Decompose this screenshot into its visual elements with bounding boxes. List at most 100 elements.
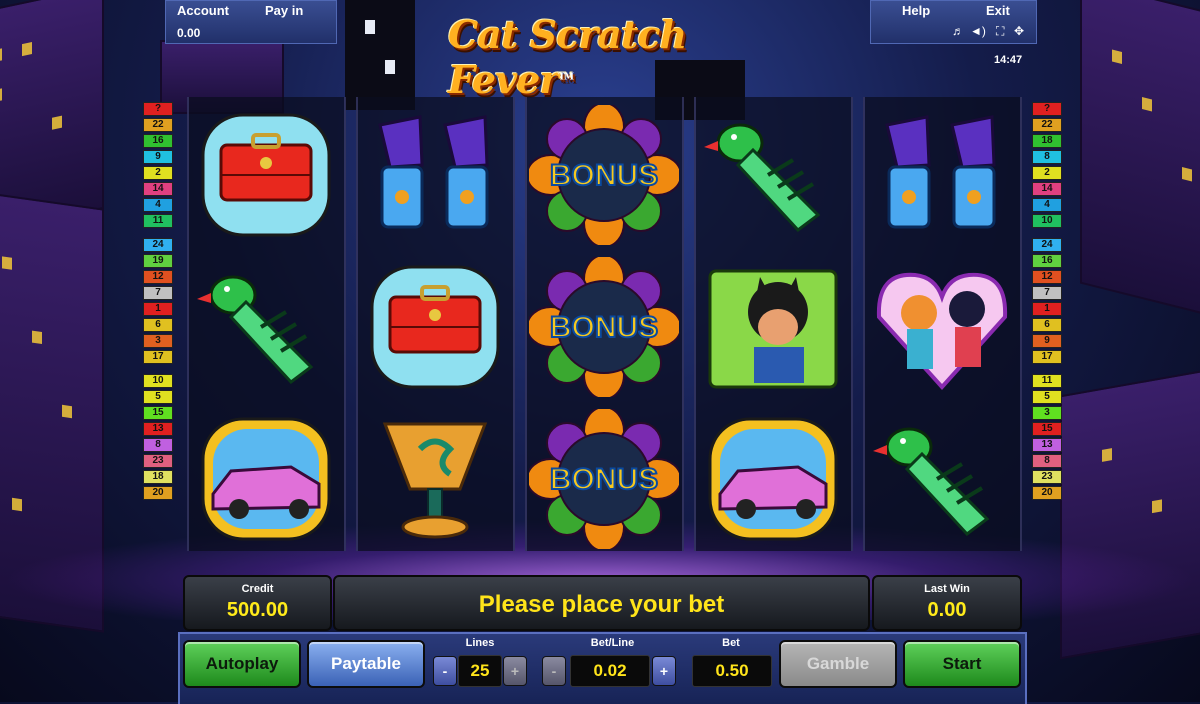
last-win-value: 0.00 [927,599,967,621]
game-logo: Cat Scratch FeverTM [448,12,758,102]
briefcase-symbol [360,257,510,397]
briefcase-symbol [191,105,341,245]
paytable-button[interactable]: Paytable [307,640,425,688]
payline-number[interactable]: 5 [143,390,173,404]
pet-parrot-comb-symbol [867,409,1017,549]
bet-value: 0.50 [692,655,772,687]
lines-value: 25 [458,655,502,687]
payline-number[interactable]: 18 [143,470,173,484]
payline-number[interactable]: 2 [1032,166,1062,180]
pet-parrot-comb-symbol [698,105,848,245]
payline-number[interactable]: 2 [143,166,173,180]
settings-icon[interactable]: ✥ [1014,24,1024,38]
payline-number[interactable]: 10 [143,374,173,388]
payline-number[interactable]: 3 [1032,406,1062,420]
payline-number[interactable]: 14 [143,182,173,196]
payline-number[interactable]: 11 [1032,374,1062,388]
payline-number[interactable]: 7 [1032,286,1062,300]
payline-number[interactable]: 6 [1032,318,1062,332]
payline-number[interactable]: 15 [143,406,173,420]
payline-number[interactable]: 17 [1032,350,1062,364]
payline-number[interactable]: 22 [1032,118,1062,132]
lines-decrease-button[interactable]: - [433,656,457,686]
payline-number[interactable]: 1 [143,302,173,316]
payline-number[interactable]: 23 [143,454,173,468]
fullscreen-icon[interactable]: ⛶ [996,24,1004,39]
help-link[interactable]: Help [902,3,930,18]
bonus-symbol: BONUS [526,102,682,248]
payline-number[interactable]: 10 [1032,214,1062,228]
reel-area: BONUS BONUS BONUS [187,97,1032,552]
payline-number[interactable]: 20 [1032,486,1062,500]
credit-panel: Credit 500.00 [183,575,332,631]
message-panel: Please place your bet [333,575,870,631]
account-link[interactable]: Account [177,3,229,18]
reel-5 [863,97,1022,551]
credit-value: 500.00 [226,599,289,621]
payline-number[interactable]: 8 [143,438,173,452]
payline-number[interactable]: 16 [143,134,173,148]
bonus-label: BONUS [550,159,658,192]
payline-number[interactable]: 11 [143,214,173,228]
betline-decrease-button[interactable]: - [542,656,566,686]
reel-3: BONUS BONUS BONUS [525,97,684,552]
payline-number[interactable]: 4 [143,198,173,212]
payline-number[interactable]: 7 [143,286,173,300]
bonus-symbol: BONUS [526,406,682,552]
payline-number[interactable]: 19 [143,254,173,268]
game-title: Cat Scratch Fever [448,12,687,102]
payline-number[interactable]: 9 [1032,334,1062,348]
payline-number[interactable]: 3 [143,334,173,348]
credit-label: Credit [241,583,274,595]
paylines-left: ? 22 16 9 2 14 4 11 24 19 12 7 1 6 3 17 10 5 15 13 8 23 18 20 [143,100,173,502]
pink-cadillac-symbol [191,409,341,549]
last-win-label: Last Win [924,583,970,595]
payline-number[interactable]: ? [1032,102,1062,116]
last-win-panel: Last Win 0.00 [872,575,1022,631]
payline-number[interactable]: 12 [1032,270,1062,284]
exit-link[interactable]: Exit [986,3,1010,18]
payline-number[interactable]: 15 [1032,422,1062,436]
lines-increase-button[interactable]: + [503,656,527,686]
payline-number[interactable]: 22 [143,118,173,132]
account-balance: 0.00 [177,26,201,40]
status-message: Please place your bet [478,591,725,618]
payline-number[interactable]: 13 [143,422,173,436]
payline-number[interactable]: 5 [1032,390,1062,404]
music-note-icon[interactable]: ♬ [952,24,964,38]
reel-1 [187,97,346,551]
autoplay-button[interactable]: Autoplay [183,640,301,688]
pay-in-link[interactable]: Pay in [265,3,303,18]
sound-icon[interactable]: ◄) [970,24,986,38]
betline-value: 0.02 [570,655,650,687]
payline-number[interactable]: 17 [143,350,173,364]
payline-number[interactable]: 16 [1032,254,1062,268]
start-button[interactable]: Start [903,640,1021,688]
clock: 14:47 [994,54,1023,66]
payline-number[interactable]: 12 [143,270,173,284]
payline-number[interactable]: ? [143,102,173,116]
payline-number[interactable]: 20 [143,486,173,500]
payline-number[interactable]: 24 [1032,238,1062,252]
pet-parrot-comb-symbol [191,257,341,397]
payline-number[interactable]: 4 [1032,198,1062,212]
payline-number[interactable]: 6 [143,318,173,332]
payline-number[interactable]: 23 [1032,470,1062,484]
reel-4 [694,97,853,551]
payline-number[interactable]: 9 [143,150,173,164]
payline-number[interactable]: 8 [1032,150,1062,164]
platform-shoes-symbol [360,105,510,245]
payline-number[interactable]: 24 [143,238,173,252]
payline-number[interactable]: 13 [1032,438,1062,452]
payline-number[interactable]: 8 [1032,454,1062,468]
payline-number[interactable]: 18 [1032,134,1062,148]
payline-number[interactable]: 1 [1032,302,1062,316]
cat-portrait-symbol [698,257,848,397]
bet-label: Bet [722,637,740,649]
payline-number[interactable]: 14 [1032,182,1062,196]
bonus-label: BONUS [550,463,658,496]
gamble-button[interactable]: Gamble [779,640,897,688]
lines-label: Lines [465,637,495,649]
platform-shoes-symbol [867,105,1017,245]
betline-increase-button[interactable]: + [652,656,676,686]
